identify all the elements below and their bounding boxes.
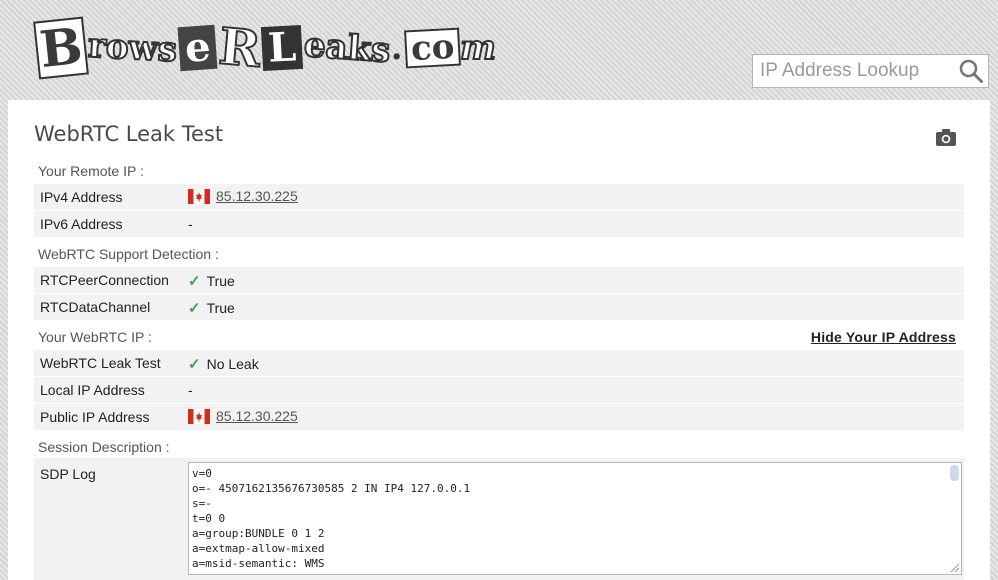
ipv4-label: IPv4 Address [40,189,123,205]
sdp-scrollbar-thumb[interactable] [950,465,959,481]
rtc-channel-row: RTCDataChannel ✓ True [34,294,964,320]
rtc-peer-label: RTCPeerConnection [40,272,169,288]
page-title: WebRTC Leak Test [34,122,224,146]
leak-test-value: No Leak [206,356,259,372]
sdp-log-textarea[interactable]: v=0 o=- 4507162135676730585 2 IN IP4 127… [188,462,962,575]
public-ip-label: Public IP Address [40,409,150,425]
section-webrtc-ip: Your WebRTC IP : [38,329,152,345]
check-icon: ✓ [188,273,201,290]
section-session-description: Session Description : [38,439,170,455]
camera-icon[interactable] [935,127,957,147]
local-ip-value: - [188,382,193,398]
ipv6-label: IPv6 Address [40,216,123,232]
canada-flag-icon [188,188,210,204]
check-icon: ✓ [188,356,201,373]
leak-test-label: WebRTC Leak Test [40,355,161,371]
ipv6-row: IPv6 Address - [34,211,964,237]
section-support-detection: WebRTC Support Detection : [38,246,219,262]
rtc-channel-value: True [206,300,235,316]
ipv6-value: - [188,216,193,232]
ipv4-row: IPv4 Address 85.12.30.225 [34,184,964,210]
local-ip-label: Local IP Address [40,382,145,398]
sdp-log-row: SDP Log v=0 o=- 4507162135676730585 2 IN… [34,458,964,580]
magnifier-icon[interactable] [958,58,984,84]
rtc-peer-value: True [206,273,235,289]
public-ip-link[interactable]: 85.12.30.225 [216,408,298,424]
canada-flag-icon [188,408,210,424]
rtc-peer-row: RTCPeerConnection ✓ True [34,267,964,293]
main-panel: WebRTC Leak Test Your Remote IP : IPv4 A… [8,100,990,580]
sdp-log-text: v=0 o=- 4507162135676730585 2 IN IP4 127… [192,467,471,570]
ip-lookup-input[interactable] [753,55,953,87]
ipv4-address-link[interactable]: 85.12.30.225 [216,188,298,204]
sdp-log-label: SDP Log [40,466,96,482]
rtc-channel-label: RTCDataChannel [40,299,151,315]
local-ip-row: Local IP Address - [34,377,964,403]
ip-lookup-search [752,54,989,88]
section-remote-ip: Your Remote IP : [38,163,144,179]
site-logo[interactable]: B rows e R L eaks . co m [33,14,497,82]
hide-ip-link[interactable]: Hide Your IP Address [811,329,956,345]
leak-test-row: WebRTC Leak Test ✓ No Leak [34,350,964,376]
check-icon: ✓ [188,300,201,317]
resize-grip-icon[interactable] [951,564,959,572]
public-ip-row: Public IP Address 85.12.30.225 [34,404,964,430]
